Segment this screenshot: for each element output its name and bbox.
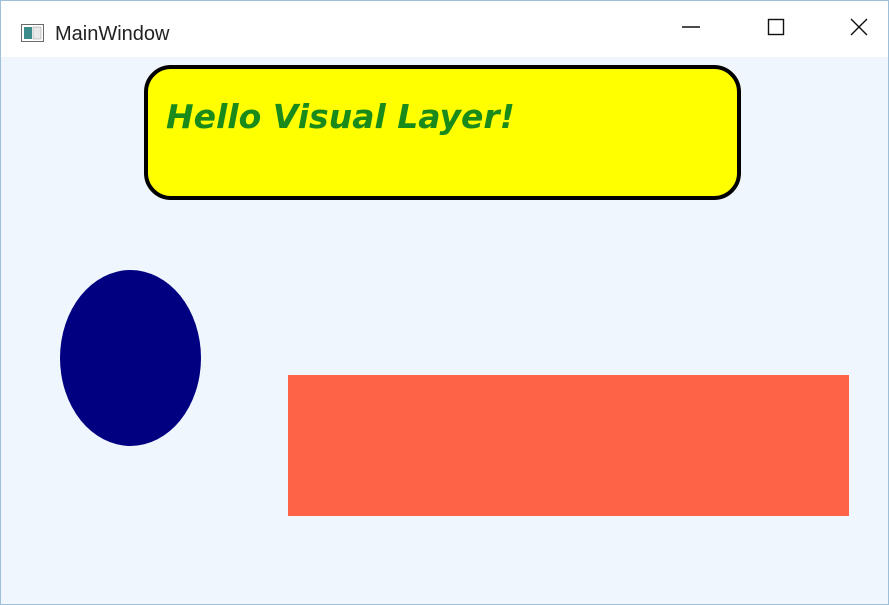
hello-text: Hello Visual Layer!: [166, 97, 515, 136]
drawing-canvas: Hello Visual Layer!: [1, 57, 888, 604]
minimize-icon: [681, 17, 701, 42]
close-button[interactable]: [824, 1, 888, 57]
maximize-button[interactable]: [741, 1, 811, 57]
main-window: MainWindow Hello Visual Layer!: [0, 0, 889, 605]
title-bar[interactable]: MainWindow: [1, 1, 888, 57]
window-title: MainWindow: [55, 23, 170, 45]
hello-text-box: Hello Visual Layer!: [144, 65, 741, 200]
close-icon: [849, 17, 869, 42]
window-app-icon[interactable]: [21, 24, 44, 42]
maximize-icon: [766, 17, 786, 42]
blue-ellipse: [60, 270, 201, 446]
tomato-rectangle: [288, 375, 849, 516]
minimize-button[interactable]: [656, 1, 726, 57]
